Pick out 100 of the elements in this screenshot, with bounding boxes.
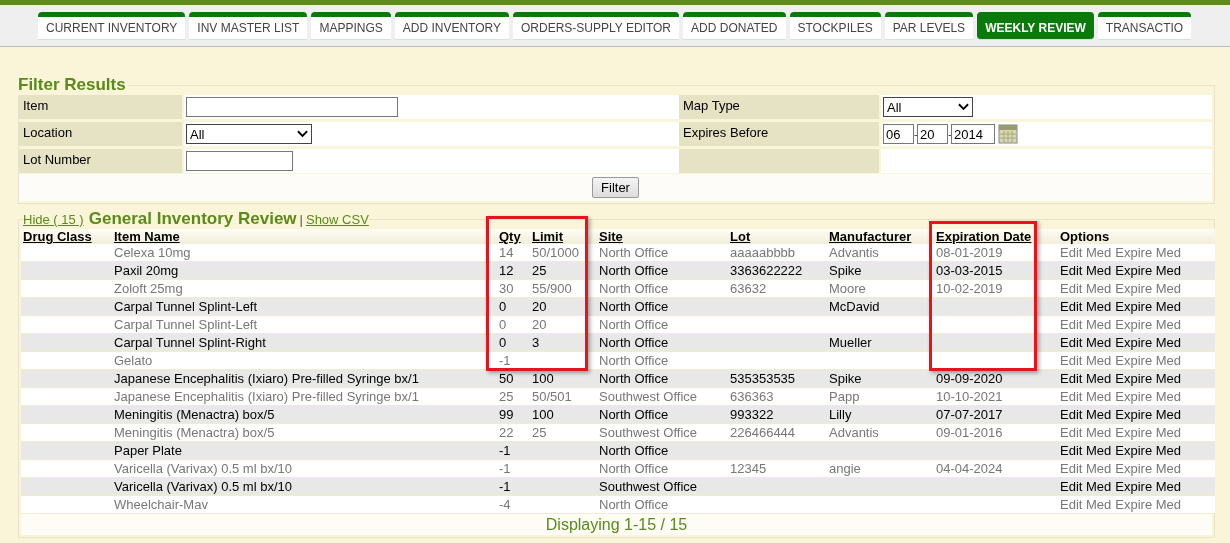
option-link[interactable]: Edit Med (1060, 299, 1112, 314)
table-cell: 14 (499, 245, 514, 260)
option-link[interactable]: Edit Med (1060, 245, 1112, 260)
table-cell: Papp (829, 389, 860, 404)
nav-tab[interactable]: ADD INVENTORY (394, 12, 509, 40)
table-cell: 09-09-2020 (936, 371, 1003, 386)
option-link[interactable]: Expire Med (1115, 443, 1182, 458)
table-cell: North Office (599, 407, 669, 422)
dropdown[interactable]: All (883, 97, 973, 117)
table-cell: Meningitis (Menactra) box/5 (114, 425, 275, 440)
column-header-link[interactable]: Site (599, 229, 623, 244)
table-cell: North Office (599, 461, 669, 476)
option-link[interactable]: Edit Med (1060, 371, 1112, 386)
nav-tab[interactable]: TRANSACTIO (1097, 12, 1192, 40)
table-cell: Gelato (114, 353, 153, 368)
option-link[interactable]: Edit Med (1060, 407, 1112, 422)
option-link[interactable]: Edit Med (1060, 497, 1112, 512)
nav-tab[interactable]: WEEKLY REVIEW (977, 12, 1094, 40)
option-link[interactable]: Expire Med (1115, 317, 1182, 332)
table-cell: 50/1000 (532, 245, 579, 260)
table-cell: Spike (829, 263, 862, 278)
table-cell: Moore (829, 281, 866, 296)
table-cell: North Office (599, 245, 669, 260)
table-cell: North Office (599, 317, 669, 332)
date-separator: - (914, 128, 917, 140)
table-cell: 25 (499, 389, 514, 404)
option-link[interactable]: Edit Med (1060, 389, 1112, 404)
nav-tab[interactable]: ADD DONATED (683, 12, 786, 40)
field-label: Item (19, 95, 184, 119)
option-link[interactable]: Expire Med (1115, 371, 1182, 386)
nav-tab[interactable]: STOCKPILES (789, 12, 881, 40)
date-separator: - (948, 128, 951, 140)
table-cell: North Office (599, 281, 669, 296)
section-title: General Inventory Review (88, 209, 297, 228)
lot-number-input-field[interactable] (186, 151, 293, 171)
table-cell: Southwest Office (599, 479, 698, 494)
option-link[interactable]: Expire Med (1115, 245, 1182, 260)
nav-tab[interactable]: INV MASTER LIST (189, 12, 308, 40)
table-cell: 636363 (730, 389, 774, 404)
option-link[interactable]: Edit Med (1060, 335, 1112, 350)
option-link[interactable]: Edit Med (1060, 281, 1112, 296)
table-cell: Southwest Office (599, 425, 698, 440)
option-link[interactable]: Expire Med (1115, 263, 1182, 278)
table-cell: 03-03-2015 (936, 263, 1003, 278)
option-link[interactable]: Edit Med (1060, 479, 1112, 494)
table-cell: Spike (829, 371, 862, 386)
table-cell: North Office (599, 353, 669, 368)
option-link[interactable]: Edit Med (1060, 263, 1112, 278)
nav-tab[interactable]: PAR LEVELS (884, 12, 974, 40)
table-cell: Advantis (829, 245, 879, 260)
hide-link[interactable]: Hide ( 15 ) (23, 212, 84, 227)
item-input-field[interactable] (186, 97, 398, 117)
filter-button[interactable]: Filter (592, 177, 639, 198)
table-cell: Japanese Encephalitis (Ixiaro) Pre-filled Syringe bx/1 (114, 371, 419, 386)
show-csv-link[interactable]: Show CSV (305, 212, 369, 227)
table-cell: Paper Plate (114, 443, 182, 458)
table-cell: Carpal Tunnel Splint-Right (114, 335, 266, 350)
table-cell: aaaaabbbb (730, 245, 796, 260)
option-link[interactable]: Edit Med (1060, 461, 1112, 476)
table-cell: Southwest Office (599, 389, 698, 404)
table-cell: 50 (499, 371, 514, 386)
option-link[interactable]: Expire Med (1115, 425, 1182, 440)
table-cell: North Office (599, 335, 669, 350)
separator: | (299, 212, 303, 227)
table-cell: 25 (532, 263, 547, 278)
table-cell: North Office (599, 263, 669, 278)
option-link[interactable]: Expire Med (1115, 335, 1182, 350)
option-link[interactable]: Expire Med (1115, 407, 1182, 422)
month-input-field[interactable]: 06 (883, 124, 914, 144)
nav-tab[interactable]: MAPPINGS (311, 12, 391, 40)
field-label: Lot Number (19, 149, 184, 173)
dropdown[interactable]: All (186, 124, 312, 144)
table-cell: 0 (499, 299, 507, 314)
table-cell: Varicella (Varivax) 0.5 ml bx/10 (114, 461, 292, 476)
option-link[interactable]: Edit Med (1060, 443, 1112, 458)
table-cell: 100 (532, 371, 554, 386)
option-link[interactable]: Expire Med (1115, 461, 1182, 476)
option-link[interactable]: Expire Med (1115, 389, 1182, 404)
option-link[interactable]: Expire Med (1115, 353, 1182, 368)
table-cell: Wheelchair-Mav (114, 497, 208, 512)
option-link[interactable]: Expire Med (1115, 299, 1182, 314)
option-link[interactable]: Expire Med (1115, 497, 1182, 512)
nav-tab[interactable]: CURRENT INVENTORY (38, 12, 186, 40)
nav-tab[interactable]: ORDERS-SUPPLY EDITOR (513, 12, 680, 40)
table-cell: 535353535 (730, 371, 796, 386)
table-cell: 09-01-2016 (936, 425, 1003, 440)
table-cell: 55/900 (532, 281, 572, 296)
table-cell: Meningitis (Menactra) box/5 (114, 407, 275, 422)
option-link[interactable]: Expire Med (1115, 281, 1182, 296)
option-link[interactable]: Edit Med (1060, 353, 1112, 368)
table-cell: North Office (599, 443, 669, 458)
day-input-field[interactable]: 20 (917, 124, 948, 144)
table-cell: 10-02-2019 (936, 281, 1003, 296)
column-header-link[interactable]: Item Name (114, 229, 180, 244)
table-cell: 25 (532, 425, 547, 440)
table-cell: 3363622222 (730, 263, 803, 278)
option-link[interactable]: Expire Med (1115, 479, 1182, 494)
option-link[interactable]: Edit Med (1060, 317, 1112, 332)
option-link[interactable]: Edit Med (1060, 425, 1112, 440)
year-input-field[interactable]: 2014 (951, 124, 995, 144)
